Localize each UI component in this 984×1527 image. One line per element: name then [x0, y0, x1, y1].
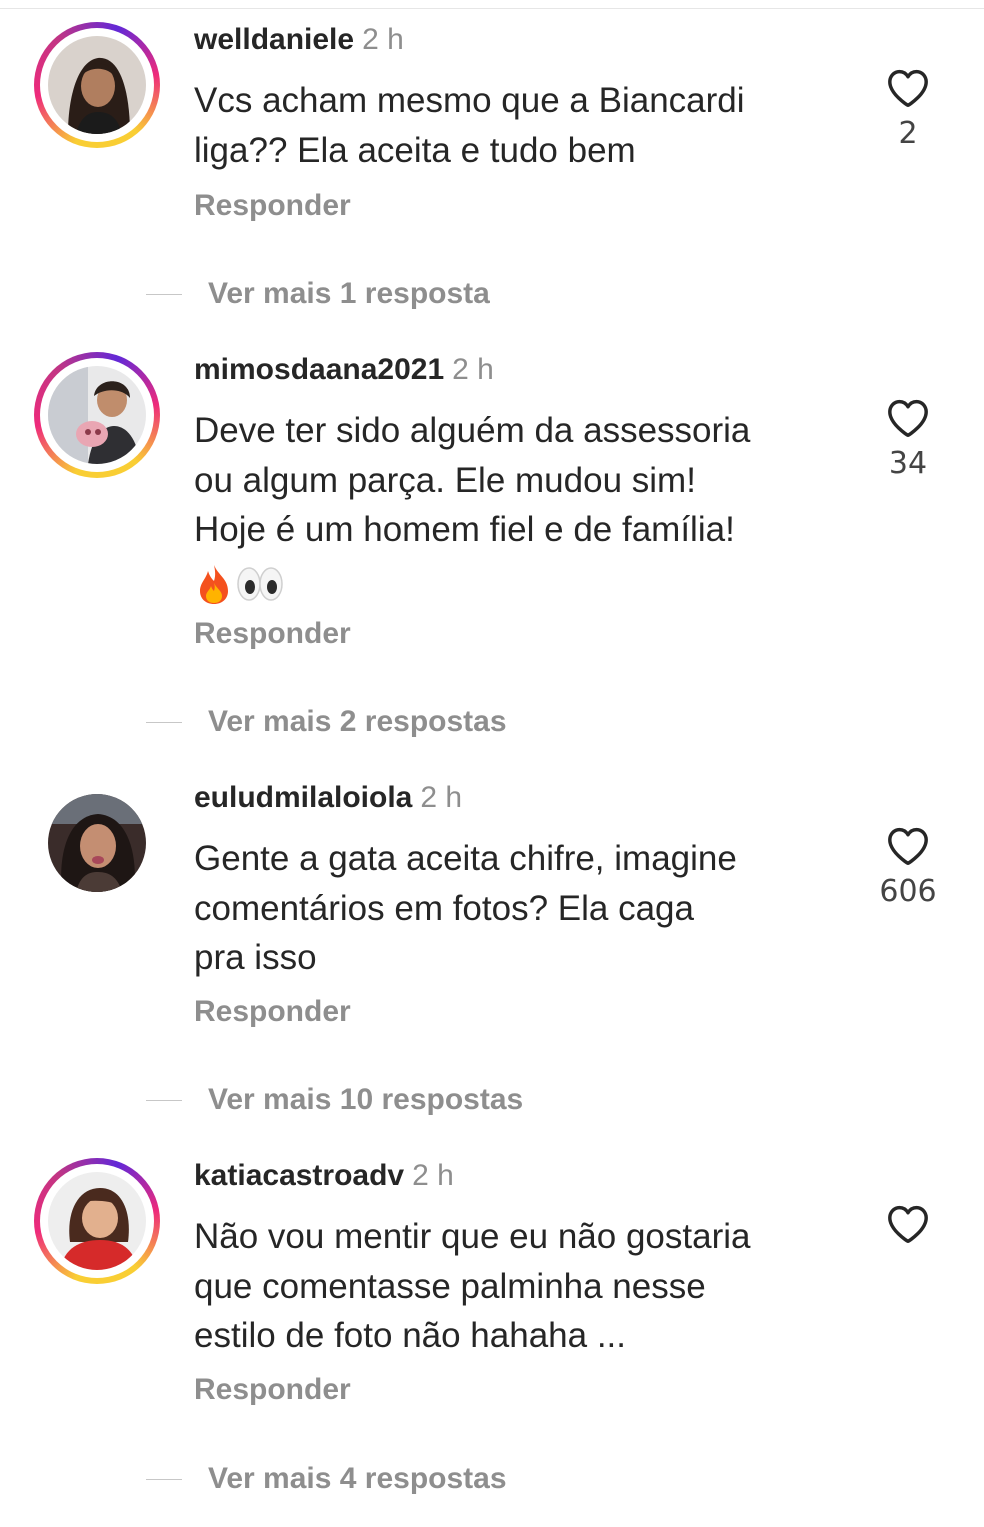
comment-username[interactable]: mimosdaana2021 — [194, 353, 444, 386]
comment-text: Não vou mentir que eu não gostaria que c… — [194, 1212, 834, 1361]
eyes-emoji-icon — [237, 567, 283, 601]
like-control — [860, 1204, 956, 1252]
like-count: 606 — [879, 874, 937, 909]
avatar-story-ring[interactable] — [34, 1158, 160, 1284]
avatar-story-ring[interactable] — [34, 352, 160, 478]
like-count: 34 — [888, 446, 928, 481]
comment-text-line: liga?? Ela aceita e tudo bem — [194, 130, 636, 170]
view-more-replies-button[interactable]: Ver mais 1 resposta — [146, 274, 490, 314]
comment-time: 2 h — [420, 781, 463, 814]
comment-time: 2 h — [362, 23, 404, 56]
comment-username[interactable]: euludmilaloiola — [194, 781, 412, 814]
comment-text-line: Vcs acham mesmo que a Biancardi — [194, 81, 745, 120]
comment-text-line: comentários em fotos? Ela caga — [194, 888, 694, 928]
comment-text-line: Não vou mentir que eu não gostaria — [194, 1217, 751, 1256]
heart-outline-icon[interactable] — [886, 68, 930, 108]
avatar — [48, 36, 146, 134]
view-more-replies-button[interactable]: Ver mais 4 respostas — [146, 1459, 507, 1499]
like-control: 2 — [860, 68, 956, 152]
comment-time: 2 h — [412, 1159, 454, 1192]
avatar — [48, 794, 146, 892]
divider-line — [146, 721, 182, 723]
reply-button[interactable]: Responder — [194, 614, 351, 654]
view-more-replies-label: Ver mais 4 respostas — [208, 1462, 507, 1495]
comment-text-line: Gente a gata aceita chifre, imagine — [194, 839, 737, 878]
comment-text: Gente a gata aceita chifre, imagine come… — [194, 834, 834, 983]
view-more-replies-button[interactable]: Ver mais 10 respostas — [146, 1080, 523, 1120]
comment-username[interactable]: welldaniele — [194, 23, 354, 56]
avatar — [48, 1172, 146, 1270]
view-more-replies-label: Ver mais 2 respostas — [208, 705, 507, 738]
fire-emoji-icon — [200, 565, 228, 605]
avatar-story-ring[interactable] — [34, 22, 160, 148]
comment-text: Deve ter sido alguém da assessoria ou al… — [194, 406, 834, 605]
view-more-replies-button[interactable]: Ver mais 2 respostas — [146, 702, 507, 742]
comment-text-line: estilo de foto não hahaha ... — [194, 1316, 626, 1355]
heart-outline-icon[interactable] — [886, 826, 930, 866]
like-count: 2 — [898, 116, 918, 151]
emoji-row — [194, 563, 284, 605]
view-more-replies-label: Ver mais 1 resposta — [208, 277, 490, 310]
comment-time: 2 h — [452, 353, 494, 386]
like-control: 34 — [860, 398, 956, 482]
divider-line — [146, 293, 182, 295]
avatar-container[interactable] — [34, 780, 160, 906]
comment-text-line: que comentasse palminha nesse — [194, 1266, 706, 1306]
divider-line — [146, 1478, 182, 1480]
divider-line — [146, 1099, 182, 1101]
heart-outline-icon[interactable] — [886, 398, 930, 438]
comment-text: Vcs acham mesmo que a Biancardi liga?? E… — [194, 76, 834, 175]
heart-outline-icon[interactable] — [886, 1204, 930, 1244]
comment-text-line: pra isso — [194, 938, 317, 977]
comment-text-line: Deve ter sido alguém da assessoria — [194, 411, 751, 450]
comment-username[interactable]: katiacastroadv — [194, 1159, 404, 1192]
reply-button[interactable]: Responder — [194, 1370, 351, 1410]
top-divider — [0, 8, 984, 9]
view-more-replies-label: Ver mais 10 respostas — [208, 1083, 524, 1116]
reply-button[interactable]: Responder — [194, 992, 351, 1032]
avatar — [48, 366, 146, 464]
like-control: 606 — [860, 826, 956, 910]
comment-text-line: ou algum parça. Ele mudou sim! — [194, 460, 696, 500]
comment-text-line: Hoje é um homem fiel e de família! — [194, 510, 735, 549]
reply-button[interactable]: Responder — [194, 186, 351, 226]
